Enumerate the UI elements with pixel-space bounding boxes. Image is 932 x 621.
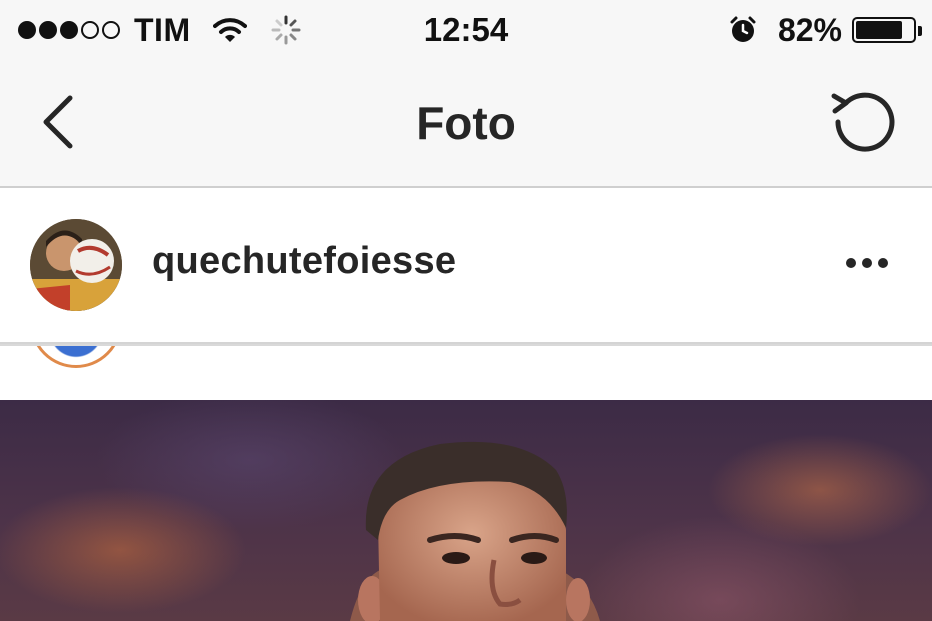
signal-dots-icon bbox=[18, 21, 120, 39]
wifi-icon bbox=[212, 18, 247, 42]
next-post-header-peek bbox=[0, 344, 932, 402]
more-options-button[interactable] bbox=[842, 254, 892, 272]
status-left: TIM bbox=[18, 10, 301, 50]
activity-spinner-icon bbox=[271, 15, 301, 45]
refresh-button[interactable] bbox=[826, 84, 902, 160]
post-header: quechutefoiesse bbox=[0, 188, 932, 344]
post-username[interactable]: quechutefoiesse bbox=[152, 240, 456, 283]
user-avatar[interactable] bbox=[30, 219, 122, 311]
status-right: 82% bbox=[728, 10, 922, 50]
page-title: Foto bbox=[416, 97, 516, 149]
post-photo[interactable] bbox=[0, 400, 932, 621]
alarm-icon bbox=[730, 16, 756, 42]
more-horizontal-icon bbox=[846, 258, 856, 268]
carrier-name: TIM bbox=[134, 11, 191, 48]
battery-icon bbox=[852, 17, 922, 43]
back-button[interactable] bbox=[36, 90, 86, 154]
status-bar: TIM 12:54 82% bbox=[0, 0, 932, 62]
battery-percentage: 82% bbox=[777, 11, 842, 48]
photo-image bbox=[350, 441, 600, 621]
peek-avatar bbox=[30, 346, 122, 368]
nav-bar: Foto bbox=[0, 62, 932, 188]
avatar-image bbox=[30, 219, 122, 311]
chevron-left-icon bbox=[43, 95, 73, 149]
refresh-icon bbox=[831, 92, 895, 152]
